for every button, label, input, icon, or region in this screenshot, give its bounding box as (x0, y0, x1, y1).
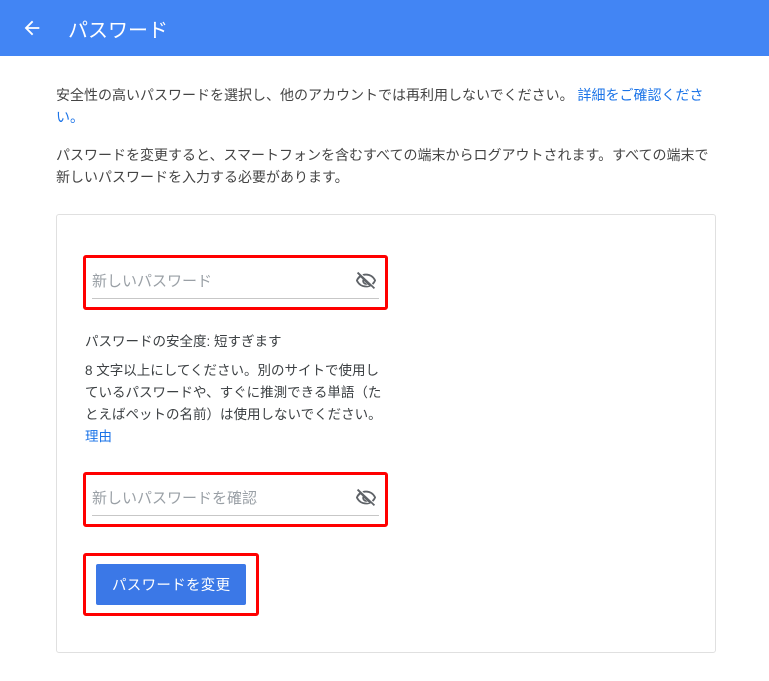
confirm-password-field (92, 483, 379, 516)
intro-text-1: 安全性の高いパスワードを選択し、他のアカウントでは再利用しないでください。 (56, 87, 574, 103)
app-bar: パスワード (0, 0, 769, 56)
visibility-off-icon[interactable] (355, 270, 377, 292)
hint-body: 8 文字以上にしてください。別のサイトで使用しているパスワードや、すぐに推測でき… (85, 363, 382, 422)
new-password-field (92, 266, 379, 299)
confirm-password-input[interactable] (92, 490, 355, 507)
new-password-field-highlight (83, 255, 388, 310)
visibility-off-icon[interactable] (355, 487, 377, 509)
password-hint-text: 8 文字以上にしてください。別のサイトで使用しているパスワードや、すぐに推測でき… (85, 360, 386, 448)
intro-paragraph-2: パスワードを変更すると、スマートフォンを含むすべての端末からログアウトされます。… (56, 144, 713, 188)
submit-button-highlight: パスワードを変更 (83, 553, 259, 616)
change-password-button[interactable]: パスワードを変更 (96, 564, 246, 605)
password-hints: パスワードの安全度: 短すぎます 8 文字以上にしてください。別のサイトで使用し… (83, 330, 388, 448)
confirm-password-field-highlight (83, 472, 388, 527)
back-arrow-icon[interactable] (20, 16, 44, 40)
password-strength-label: パスワードの安全度: 短すぎます (85, 330, 386, 350)
page-title: パスワード (68, 14, 168, 43)
content-area: 安全性の高いパスワードを選択し、他のアカウントでは再利用しないでください。 詳細… (0, 56, 769, 681)
strength-label-text: パスワードの安全度: (85, 334, 210, 349)
new-password-input[interactable] (92, 273, 355, 290)
hint-reason-link[interactable]: 理由 (85, 429, 112, 444)
password-form-card: パスワードの安全度: 短すぎます 8 文字以上にしてください。別のサイトで使用し… (56, 214, 716, 653)
strength-value: 短すぎます (214, 334, 282, 349)
intro-paragraph-1: 安全性の高いパスワードを選択し、他のアカウントでは再利用しないでください。 詳細… (56, 84, 713, 128)
